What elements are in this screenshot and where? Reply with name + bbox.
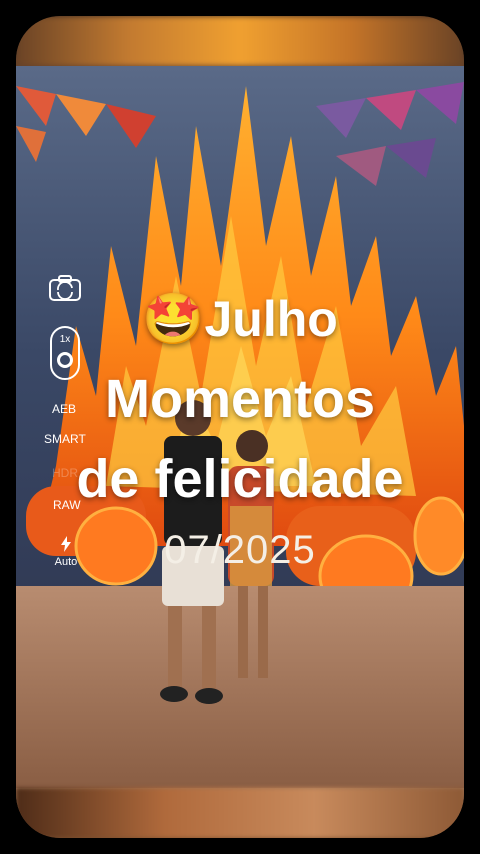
top-blurred-band [16, 16, 464, 66]
headline-line-2: Momentos [105, 369, 375, 429]
date-label: 07/2025 [164, 528, 316, 572]
headline-line-3: de felicidade [76, 449, 404, 509]
smart-button[interactable]: SMART [44, 432, 86, 446]
headline-line-1: 🤩Julho [0, 290, 480, 349]
star-struck-emoji: 🤩 [142, 291, 205, 347]
bottom-blurred-band [16, 788, 464, 838]
zoom-knob-icon [57, 352, 73, 368]
headline-month: Julho [204, 291, 338, 347]
